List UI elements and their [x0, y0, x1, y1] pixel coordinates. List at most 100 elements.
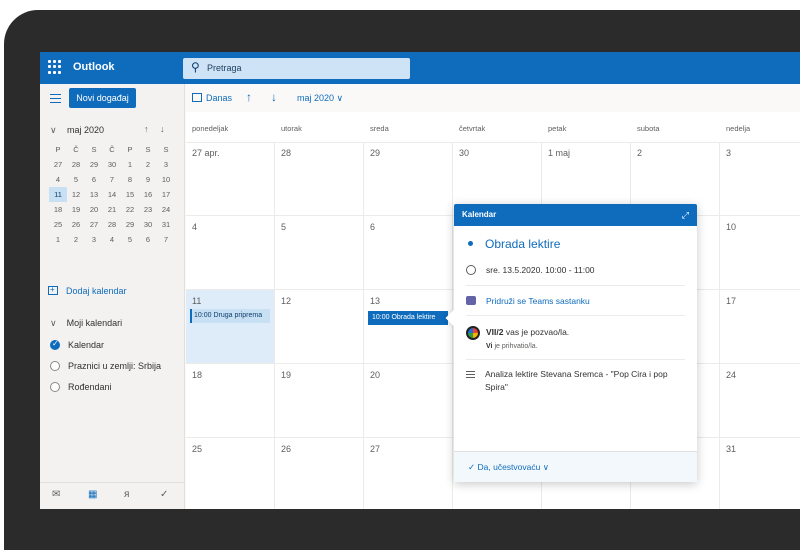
mini-day[interactable]: 29 [85, 157, 103, 172]
mini-day-selected[interactable]: 11 [49, 187, 67, 202]
mail-icon[interactable]: ✉ [52, 489, 60, 500]
day-number[interactable]: 6 [370, 222, 375, 232]
mini-day[interactable]: 6 [85, 172, 103, 187]
mini-day[interactable]: 8 [121, 172, 139, 187]
day-number[interactable]: 27 apr. [192, 148, 220, 158]
mini-day[interactable]: 19 [67, 202, 85, 217]
mini-day[interactable]: 31 [157, 217, 175, 232]
day-number[interactable]: 25 [192, 444, 202, 454]
calendar-icon[interactable]: ▦ [88, 489, 97, 500]
mini-day[interactable]: 10 [157, 172, 175, 187]
day-number[interactable]: 27 [370, 444, 380, 454]
mini-day[interactable]: 4 [49, 172, 67, 187]
day-number[interactable]: 17 [726, 296, 736, 306]
day-number[interactable]: 20 [370, 370, 380, 380]
mini-day[interactable]: 3 [157, 157, 175, 172]
mini-day[interactable]: 7 [157, 232, 175, 247]
mini-day[interactable]: 30 [103, 157, 121, 172]
chevron-down-icon[interactable]: ∨ [50, 125, 57, 136]
mini-day[interactable]: 2 [67, 232, 85, 247]
day-number[interactable]: 3 [726, 148, 731, 158]
mini-day[interactable]: 7 [103, 172, 121, 187]
organizer-name[interactable]: VII/2 [486, 327, 503, 337]
day-number[interactable]: 12 [281, 296, 291, 306]
event-title[interactable]: Obrada lektire [468, 237, 560, 251]
calendar-toolbar: Danas ↑ ↓ maj 2020 ∨ [186, 84, 800, 112]
mini-day[interactable]: 13 [85, 187, 103, 202]
event-obrada-lektire[interactable]: 10:00 Obrada lektire [368, 311, 448, 325]
day-number[interactable]: 1 maj [548, 148, 570, 158]
event-druga-priprema[interactable]: 10:00 Druga priprema [190, 309, 270, 323]
day-number[interactable]: 18 [192, 370, 202, 380]
tasks-icon[interactable]: ✓ [160, 489, 168, 500]
mini-day[interactable]: 15 [121, 187, 139, 202]
mini-day[interactable]: 1 [121, 157, 139, 172]
day-number[interactable]: 19 [281, 370, 291, 380]
mini-day[interactable]: 27 [85, 217, 103, 232]
mini-day[interactable]: 23 [139, 202, 157, 217]
expand-icon[interactable]: ⤢ [682, 204, 689, 226]
day-number[interactable]: 29 [370, 148, 380, 158]
mini-day[interactable]: 29 [121, 217, 139, 232]
mini-day[interactable]: 28 [67, 157, 85, 172]
my-calendars-header[interactable]: ∨ Moji kalendari [50, 318, 122, 329]
search-input[interactable]: Pretraga [207, 63, 242, 73]
mini-day[interactable]: 4 [103, 232, 121, 247]
next-month-icon[interactable]: ↓ [160, 124, 165, 134]
next-arrow-icon[interactable]: ↓ [271, 90, 277, 104]
day-number[interactable]: 2 [637, 148, 642, 158]
mini-day[interactable]: 12 [67, 187, 85, 202]
new-event-button[interactable]: Novi događaj [69, 88, 136, 108]
mini-calendar-month[interactable]: maj 2020 [67, 125, 104, 135]
mini-day[interactable]: 5 [121, 232, 139, 247]
today-button[interactable]: Danas [192, 93, 232, 103]
mini-day[interactable]: 21 [103, 202, 121, 217]
month-picker[interactable]: maj 2020 ∨ [297, 93, 343, 104]
mini-day[interactable]: 27 [49, 157, 67, 172]
calendar-item-kalendar[interactable]: Kalendar [50, 339, 104, 350]
day-number[interactable]: 24 [726, 370, 736, 380]
mini-day[interactable]: 16 [139, 187, 157, 202]
day-number[interactable]: 4 [192, 222, 197, 232]
mini-day[interactable]: 20 [85, 202, 103, 217]
search-box[interactable]: ⚲ Pretraga [183, 58, 410, 79]
mini-day[interactable]: 22 [121, 202, 139, 217]
people-icon[interactable]: ᴙ [124, 489, 129, 500]
day-number[interactable]: 26 [281, 444, 291, 454]
mini-day[interactable]: 3 [85, 232, 103, 247]
mini-day[interactable]: 6 [139, 232, 157, 247]
rsvp-button[interactable]: ✓ Da, učestvovaću ∨ [454, 451, 697, 482]
app-name[interactable]: Outlook [73, 61, 115, 73]
day-number[interactable]: 5 [281, 222, 286, 232]
mini-day[interactable]: 14 [103, 187, 121, 202]
add-calendar-link[interactable]: Dodaj kalendar [48, 285, 127, 296]
mini-day[interactable]: 24 [157, 202, 175, 217]
mini-day[interactable]: 2 [139, 157, 157, 172]
avatar[interactable] [466, 326, 480, 340]
checkbox-icon[interactable] [50, 382, 60, 392]
mini-day[interactable]: 28 [103, 217, 121, 232]
app-launcher-icon[interactable] [48, 60, 62, 74]
mini-day[interactable]: 25 [49, 217, 67, 232]
day-number[interactable]: 28 [281, 148, 291, 158]
teams-join-link[interactable]: Pridruži se Teams sastanku [466, 296, 590, 306]
checkbox-checked-icon[interactable] [50, 339, 60, 350]
day-number[interactable]: 13 [370, 296, 380, 306]
mini-day[interactable]: 26 [67, 217, 85, 232]
mini-day[interactable]: 30 [139, 217, 157, 232]
previous-month-icon[interactable]: ↑ [144, 124, 149, 134]
day-number[interactable]: 31 [726, 444, 736, 454]
calendar-item-praznici[interactable]: Praznici u zemlji: Srbija [50, 361, 161, 371]
menu-icon[interactable] [50, 94, 61, 103]
mini-day[interactable]: 18 [49, 202, 67, 217]
previous-arrow-icon[interactable]: ↑ [246, 90, 252, 104]
mini-day[interactable]: 1 [49, 232, 67, 247]
checkbox-icon[interactable] [50, 361, 60, 371]
mini-day[interactable]: 17 [157, 187, 175, 202]
day-number[interactable]: 30 [459, 148, 469, 158]
day-number[interactable]: 11 [192, 296, 201, 306]
mini-day[interactable]: 9 [139, 172, 157, 187]
day-number[interactable]: 10 [726, 222, 736, 232]
calendar-item-rodjendani[interactable]: Rođendani [50, 382, 112, 392]
mini-day[interactable]: 5 [67, 172, 85, 187]
